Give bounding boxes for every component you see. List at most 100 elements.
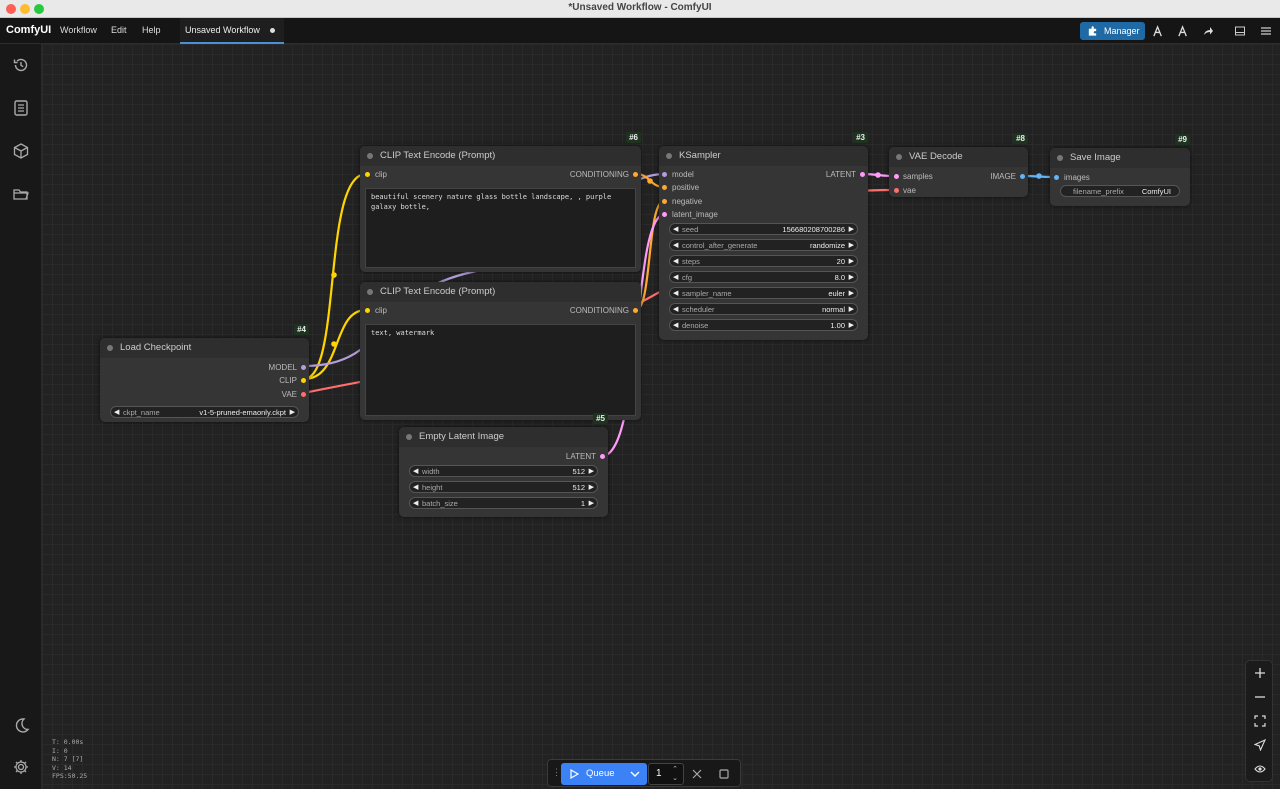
- collapse-dot-icon[interactable]: [367, 289, 373, 295]
- node-header[interactable]: VAE Decode: [889, 147, 1028, 167]
- node-ksampler[interactable]: #3 KSampler model positive negative late…: [659, 132, 868, 340]
- graph-canvas[interactable]: #6 CLIP Text Encode (Prompt) clip CONDIT…: [42, 44, 1280, 789]
- decrement-arrow-icon[interactable]: ◀: [114, 408, 119, 416]
- model-toggle-icon[interactable]: [1175, 23, 1191, 39]
- drag-handle-icon[interactable]: ⋮: [552, 767, 561, 778]
- prompt-textarea[interactable]: text, watermark: [365, 324, 636, 416]
- widget-sampler-name[interactable]: ◀ sampler_name euler ▶: [669, 287, 858, 299]
- manager-button[interactable]: Manager: [1080, 22, 1145, 40]
- chevron-down-icon[interactable]: [630, 770, 640, 778]
- widget-batch-size[interactable]: ◀ batch_size 1 ▶: [409, 497, 598, 509]
- cancel-icon[interactable]: [692, 769, 702, 779]
- eye-icon[interactable]: [1251, 760, 1269, 778]
- fit-view-icon[interactable]: [1251, 712, 1269, 730]
- output-pin-image[interactable]: [1020, 174, 1025, 179]
- node-save-image[interactable]: #9 Save Image images filename_prefix Com…: [1050, 134, 1190, 206]
- stepper-up-icon[interactable]: ⌃: [672, 765, 678, 773]
- collapse-dot-icon[interactable]: [896, 154, 902, 160]
- widget-cfg[interactable]: ◀ cfg 8.0 ▶: [669, 271, 858, 283]
- input-pin-vae[interactable]: [894, 188, 899, 193]
- widget-height[interactable]: ◀ height 512 ▶: [409, 481, 598, 493]
- zoom-in-icon[interactable]: [1251, 664, 1269, 682]
- increment-arrow-icon[interactable]: ▶: [849, 305, 854, 313]
- decrement-arrow-icon[interactable]: ◀: [413, 483, 418, 491]
- decrement-arrow-icon[interactable]: ◀: [673, 273, 678, 281]
- increment-arrow-icon[interactable]: ▶: [849, 273, 854, 281]
- increment-arrow-icon[interactable]: ▶: [849, 289, 854, 297]
- decrement-arrow-icon[interactable]: ◀: [413, 499, 418, 507]
- increment-arrow-icon[interactable]: ▶: [589, 483, 594, 491]
- decrement-arrow-icon[interactable]: ◀: [673, 257, 678, 265]
- node-header[interactable]: KSampler: [659, 146, 868, 166]
- node-clip-text-encode-negative[interactable]: CLIP Text Encode (Prompt) clip CONDITION…: [360, 282, 641, 420]
- input-pin-clip[interactable]: [365, 308, 370, 313]
- increment-arrow-icon[interactable]: ▶: [589, 467, 594, 475]
- node-clip-text-encode-positive[interactable]: #6 CLIP Text Encode (Prompt) clip CONDIT…: [360, 132, 641, 272]
- widget-filename-prefix[interactable]: filename_prefix ComfyUI: [1060, 185, 1180, 197]
- input-pin-samples[interactable]: [894, 174, 899, 179]
- bottom-panel-toggle-icon[interactable]: [1232, 23, 1248, 39]
- input-pin-negative[interactable]: [662, 199, 667, 204]
- queue-icon[interactable]: [11, 98, 31, 118]
- node-vae-decode[interactable]: #8 VAE Decode samples vae IMAGE: [889, 133, 1028, 197]
- node-header[interactable]: CLIP Text Encode (Prompt): [360, 282, 641, 302]
- settings-icon[interactable]: [11, 757, 31, 777]
- stepper-down-icon[interactable]: ⌄: [672, 774, 678, 782]
- increment-arrow-icon[interactable]: ▶: [290, 408, 295, 416]
- node-header[interactable]: Save Image: [1050, 148, 1190, 168]
- output-pin-conditioning[interactable]: [633, 308, 638, 313]
- collapse-dot-icon[interactable]: [406, 434, 412, 440]
- increment-arrow-icon[interactable]: ▶: [589, 499, 594, 507]
- hamburger-menu-icon[interactable]: [1258, 23, 1274, 39]
- collapse-dot-icon[interactable]: [1057, 155, 1063, 161]
- decrement-arrow-icon[interactable]: ◀: [673, 321, 678, 329]
- widget-denoise[interactable]: ◀ denoise 1.00 ▶: [669, 319, 858, 331]
- node-header[interactable]: CLIP Text Encode (Prompt): [360, 146, 641, 166]
- collapse-dot-icon[interactable]: [666, 153, 672, 159]
- increment-arrow-icon[interactable]: ▶: [849, 241, 854, 249]
- decrement-arrow-icon[interactable]: ◀: [673, 225, 678, 233]
- increment-arrow-icon[interactable]: ▶: [849, 257, 854, 265]
- decrement-arrow-icon[interactable]: ◀: [413, 467, 418, 475]
- increment-arrow-icon[interactable]: ▶: [849, 321, 854, 329]
- node-load-checkpoint[interactable]: #4 Load Checkpoint MODEL CLIP VAE ◀ ckpt…: [100, 324, 309, 422]
- workflows-icon[interactable]: [11, 184, 31, 204]
- decrement-arrow-icon[interactable]: ◀: [673, 305, 678, 313]
- input-pin-clip[interactable]: [365, 172, 370, 177]
- widget-seed[interactable]: ◀ seed 156680208700286 ▶: [669, 223, 858, 235]
- model-library-icon[interactable]: [11, 141, 31, 161]
- input-pin-model[interactable]: [662, 172, 667, 177]
- zoom-out-icon[interactable]: [1251, 688, 1269, 706]
- stop-icon[interactable]: [719, 769, 729, 779]
- node-empty-latent-image[interactable]: #5 Empty Latent Image LATENT ◀ width 512…: [399, 413, 608, 517]
- batch-count-input[interactable]: 1 ⌃ ⌄: [648, 763, 684, 785]
- queue-button[interactable]: Queue: [561, 763, 647, 785]
- theme-toggle-icon[interactable]: [11, 715, 31, 735]
- widget-scheduler[interactable]: ◀ scheduler normal ▶: [669, 303, 858, 315]
- menu-edit[interactable]: Edit: [111, 25, 127, 35]
- collapse-dot-icon[interactable]: [107, 345, 113, 351]
- output-pin-model[interactable]: [301, 365, 306, 370]
- widget-width[interactable]: ◀ width 512 ▶: [409, 465, 598, 477]
- increment-arrow-icon[interactable]: ▶: [849, 225, 854, 233]
- decrement-arrow-icon[interactable]: ◀: [673, 289, 678, 297]
- output-pin-latent[interactable]: [600, 454, 605, 459]
- menu-workflow[interactable]: Workflow: [60, 25, 97, 35]
- decrement-arrow-icon[interactable]: ◀: [673, 241, 678, 249]
- input-pin-latent-image[interactable]: [662, 212, 667, 217]
- output-pin-latent[interactable]: [860, 172, 865, 177]
- output-pin-conditioning[interactable]: [633, 172, 638, 177]
- collapse-dot-icon[interactable]: [367, 153, 373, 159]
- prompt-textarea[interactable]: beautiful scenery nature glass bottle la…: [365, 188, 636, 268]
- node-header[interactable]: Empty Latent Image: [399, 427, 608, 447]
- output-pin-clip[interactable]: [301, 378, 306, 383]
- widget-ckpt-name[interactable]: ◀ ckpt_name v1-5-pruned-emaonly.ckpt ▶: [110, 406, 299, 418]
- input-pin-positive[interactable]: [662, 185, 667, 190]
- widget-steps[interactable]: ◀ steps 20 ▶: [669, 255, 858, 267]
- node-header[interactable]: Load Checkpoint: [100, 338, 309, 358]
- widget-control-after-generate[interactable]: ◀ control_after_generate randomize ▶: [669, 239, 858, 251]
- input-pin-images[interactable]: [1054, 175, 1059, 180]
- node-library-toggle-icon[interactable]: [1150, 23, 1166, 39]
- history-icon[interactable]: [11, 55, 31, 75]
- menu-help[interactable]: Help: [142, 25, 161, 35]
